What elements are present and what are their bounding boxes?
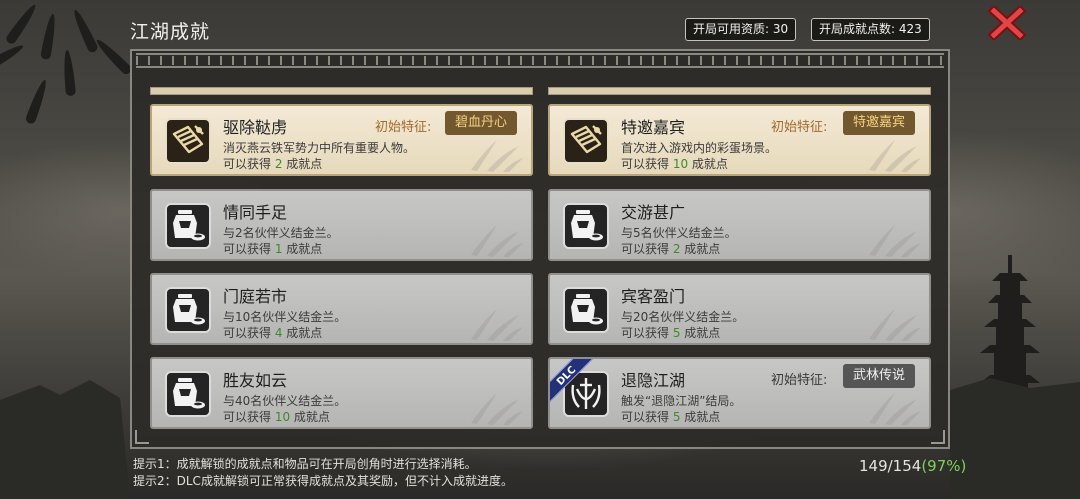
bamboo-watermark-icon xyxy=(467,305,525,341)
reward-suffix: 成就点 xyxy=(680,410,721,424)
achievement-reward: 可以获得 5 成就点 xyxy=(621,324,720,341)
achievement-title: 门庭若市 xyxy=(223,287,288,306)
reward-prefix: 可以获得 xyxy=(223,242,275,256)
starting-points-label: 开局成就点数: xyxy=(819,22,896,36)
achievement-title: 特邀嘉宾 xyxy=(621,118,686,137)
achievement-reward: 可以获得 2 成就点 xyxy=(223,155,322,172)
bamboo-watermark-icon xyxy=(467,136,525,172)
wine-jar-icon xyxy=(165,287,211,333)
reward-prefix: 可以获得 xyxy=(223,326,275,340)
hint-2: 提示2：DLC成就解锁可正常获得成就点及其奖励，但不计入成就进度。 xyxy=(133,474,513,488)
achievement-reward: 可以获得 10 成就点 xyxy=(621,155,728,172)
achievement-card[interactable]: 特邀嘉宾首次进入游戏内的彩蛋场景。 可以获得 10 成就点 初始特征: 特邀嘉宾 xyxy=(548,104,931,176)
progress-percent: (97%) xyxy=(921,457,967,475)
achievement-reward: 可以获得 4 成就点 xyxy=(223,324,322,341)
trait-label: 初始特征: xyxy=(771,120,828,135)
page-title: 江湖成就 xyxy=(130,21,211,43)
achievement-title: 驱除鞑虏 xyxy=(223,118,288,137)
achievement-description: 与20名伙伴义结金兰。 xyxy=(621,310,745,324)
reward-prefix: 可以获得 xyxy=(621,410,673,424)
achievement-description: 与40名伙伴义结金兰。 xyxy=(223,394,347,408)
achievement-title: 胜友如云 xyxy=(223,371,288,390)
list-top-edge xyxy=(548,87,931,95)
wine-jar-icon xyxy=(563,287,609,333)
pagoda-silhouette xyxy=(980,255,1040,455)
achievement-reward: 可以获得 1 成就点 xyxy=(223,240,322,257)
reward-prefix: 可以获得 xyxy=(621,242,673,256)
hint-1: 提示1：成就解锁的成就点和物品可在开局创角时进行选择消耗。 xyxy=(133,457,477,471)
achievement-description: 消灭燕云铁军势力中所有重要人物。 xyxy=(223,141,416,155)
reward-prefix: 可以获得 xyxy=(621,326,673,340)
achievement-card[interactable]: 驱除鞑虏消灭燕云铁军势力中所有重要人物。 可以获得 2 成就点 初始特征: 碧血丹心 xyxy=(150,104,533,176)
reward-prefix: 可以获得 xyxy=(223,410,275,424)
bamboo-watermark-icon xyxy=(865,136,923,172)
achievement-progress: 149/154(97%) xyxy=(859,457,966,475)
achievement-card[interactable]: 宾客盈门与20名伙伴义结金兰。 可以获得 5 成就点 xyxy=(548,273,931,345)
trait-badge: 特邀嘉宾 xyxy=(843,111,916,135)
achievement-card[interactable]: 门庭若市与10名伙伴义结金兰。 可以获得 4 成就点 xyxy=(150,273,533,345)
trait-label: 初始特征: xyxy=(375,120,432,135)
reward-suffix: 成就点 xyxy=(282,242,323,256)
achievement-title: 宾客盈门 xyxy=(621,287,686,306)
achievement-description: 与5名伙伴义结金兰。 xyxy=(621,226,737,240)
achievement-title: 情同手足 xyxy=(223,203,288,222)
achievement-reward: 可以获得 2 成就点 xyxy=(621,240,720,257)
achievement-description: 触发“退隐江湖”结局。 xyxy=(621,394,742,408)
close-button[interactable] xyxy=(987,4,1027,42)
panel-corner-ornament xyxy=(931,430,945,444)
achievement-card[interactable]: 交游甚广与5名伙伴义结金兰。 可以获得 2 成就点 xyxy=(548,189,931,261)
trait-badge: 碧血丹心 xyxy=(445,111,518,135)
bamboo-watermark-icon xyxy=(865,305,923,341)
achievement-title: 交游甚广 xyxy=(621,203,686,222)
starting-resources-value: 30 xyxy=(772,22,789,36)
reward-prefix: 可以获得 xyxy=(223,157,275,171)
achievement-card[interactable]: 情同手足与2名伙伴义结金兰。 可以获得 1 成就点 xyxy=(150,189,533,261)
reward-suffix: 成就点 xyxy=(680,242,721,256)
achievement-description: 与2名伙伴义结金兰。 xyxy=(223,226,339,240)
reward-suffix: 成就点 xyxy=(282,326,323,340)
scroll-brush-icon xyxy=(563,118,609,164)
achievement-title: 退隐江湖 xyxy=(621,371,686,390)
achievement-card[interactable]: 退隐江湖 触发“退隐江湖”结局。 可以获得 5 成就点 初始特征: 武林传说 DLC xyxy=(548,357,931,429)
reward-suffix: 成就点 xyxy=(290,410,330,424)
close-icon xyxy=(987,4,1027,42)
bamboo-watermark-icon xyxy=(865,389,923,425)
bamboo-watermark-icon xyxy=(467,389,525,425)
trait-label: 初始特征: xyxy=(771,373,828,388)
bamboo-watermark-icon xyxy=(467,221,525,257)
wine-jar-icon xyxy=(165,203,211,249)
reward-suffix: 成就点 xyxy=(680,326,721,340)
starting-resources-label: 开局可用资质: xyxy=(693,22,770,36)
list-top-edge xyxy=(150,87,533,95)
panel-corner-ornament xyxy=(135,430,149,444)
scroll-brush-icon xyxy=(165,118,211,164)
starting-resources-counter: 开局可用资质: 30 xyxy=(685,18,797,41)
starting-points-value: 423 xyxy=(898,22,922,36)
wine-jar-icon xyxy=(165,371,211,417)
achievement-reward: 可以获得 5 成就点 xyxy=(621,408,720,425)
achievement-reward: 可以获得 10 成就点 xyxy=(223,408,330,425)
achievement-description: 首次进入游戏内的彩蛋场景。 xyxy=(621,141,778,155)
bamboo-watermark-icon xyxy=(865,221,923,257)
achievement-card[interactable]: 胜友如云与40名伙伴义结金兰。 可以获得 10 成就点 xyxy=(150,357,533,429)
reward-points: 10 xyxy=(672,157,689,171)
reward-suffix: 成就点 xyxy=(282,157,323,171)
starting-points-counter: 开局成就点数: 423 xyxy=(811,18,930,41)
reward-points: 10 xyxy=(274,410,291,424)
panel-decorative-border xyxy=(136,53,944,68)
trait-badge: 武林传说 xyxy=(843,364,916,388)
wine-jar-icon xyxy=(563,203,609,249)
achievement-description: 与10名伙伴义结金兰。 xyxy=(223,310,347,324)
reward-prefix: 可以获得 xyxy=(621,157,673,171)
progress-count: 149/154 xyxy=(859,457,922,475)
reward-suffix: 成就点 xyxy=(688,157,728,171)
